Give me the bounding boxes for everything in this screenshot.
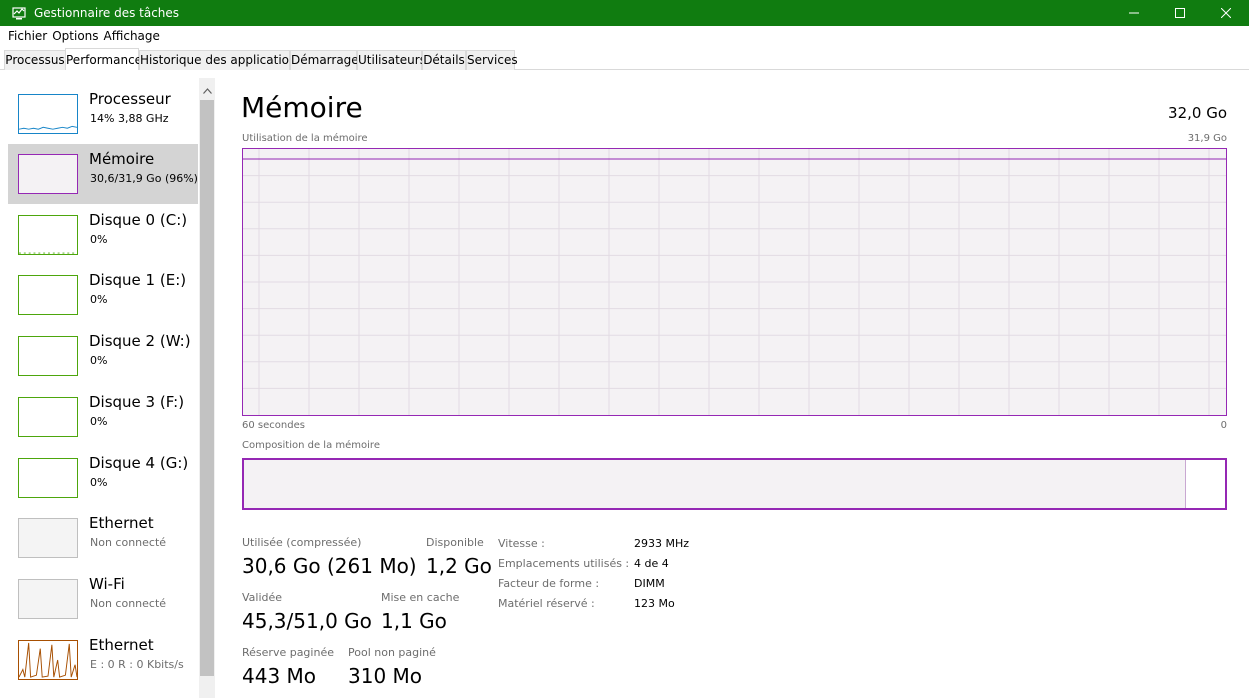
sidebar-item-subtitle: 0% [90,476,108,489]
sidebar-item-ethernet-2[interactable]: Ethernet E : 0 R : 0 Kbits/s [8,630,198,690]
used-value: 30,6 Go (261 Mo) [242,554,417,578]
graph-time-label: 60 secondes [242,420,305,431]
tab-processus[interactable]: Processus [4,50,66,70]
sidebar-item-disque-3[interactable]: Disque 3 (F:) 0% [8,387,198,447]
resource-sidebar: Processeur 14% 3,88 GHz Mémoire 30,6/31,… [0,78,215,698]
available-value: 1,2 Go [426,554,492,578]
sidebar-item-disque-0[interactable]: Disque 0 (C:) 0% [8,205,198,265]
sidebar-item-subtitle: Non connecté [90,597,167,610]
sidebar-item-title: Mémoire [89,150,155,168]
menu-bar: Fichier Options Affichage [0,26,1249,46]
minimize-button[interactable] [1111,0,1157,26]
sidebar-item-disque-2[interactable]: Disque 2 (W:) 0% [8,326,198,386]
graph-label: Utilisation de la mémoire [242,133,368,144]
sidebar-item-title: Disque 1 (E:) [89,271,187,289]
tab-bar: Processus Performance Historique des app… [0,48,1249,70]
sidebar-item-ethernet-1[interactable]: Ethernet Non connecté [8,508,198,568]
sidebar-item-disque-4[interactable]: Disque 4 (G:) 0% [8,448,198,508]
disk-thumbnail [18,336,78,376]
sidebar-item-title: Wi-Fi [89,575,125,593]
disk-thumbnail [18,215,78,255]
disk-thumbnail [18,275,78,315]
sidebar-item-memoire[interactable]: Mémoire 30,6/31,9 Go (96%) [8,144,198,204]
memory-thumbnail [18,154,78,194]
menu-affichage[interactable]: Affichage [104,29,160,43]
ethernet-thumbnail [18,518,78,558]
memory-total: 32,0 Go [1168,104,1227,122]
ethernet-thumbnail [18,640,78,680]
maximize-icon [1175,8,1185,18]
sidebar-item-subtitle: 0% [90,354,108,367]
form-factor-value: DIMM [634,577,665,590]
slots-label: Emplacements utilisés : [498,557,630,570]
speed-value: 2933 MHz [634,537,690,550]
title-bar: Gestionnaire des tâches [0,0,1249,26]
form-factor-label: Facteur de forme : [498,577,600,590]
nonpaged-pool-label: Pool non paginé [348,646,436,659]
task-manager-icon [12,5,28,21]
close-button[interactable] [1203,0,1249,26]
sidebar-item-title: Disque 3 (F:) [89,393,185,411]
sidebar-item-subtitle: 0% [90,293,108,306]
reserved-label: Matériel réservé : [498,597,595,610]
sidebar-item-subtitle: 14% 3,88 GHz [90,112,169,125]
memory-composition-bar [242,458,1227,510]
sidebar-item-title: Disque 2 (W:) [89,332,191,350]
menu-options[interactable]: Options [52,29,98,43]
sidebar-item-subtitle: 30,6/31,9 Go (96%) [90,172,198,185]
available-label: Disponible [426,536,484,549]
tab-performance[interactable]: Performance [65,48,142,70]
sidebar-item-processeur[interactable]: Processeur 14% 3,88 GHz [8,84,198,144]
sidebar-item-subtitle: Non connecté [90,536,167,549]
used-label: Utilisée (compressée) [242,536,362,549]
sidebar-item-title: Processeur [89,90,171,108]
close-icon [1221,8,1231,18]
committed-value: 45,3/51,0 Go [242,609,372,633]
sidebar-scrollbar[interactable] [199,78,215,698]
minimize-icon [1129,12,1139,14]
wifi-thumbnail [18,579,78,619]
tab-utilisateurs[interactable]: Utilisateurs [357,50,426,70]
graph-min-label: 0 [1220,420,1227,431]
sidebar-item-title: Disque 4 (G:) [89,454,189,472]
tab-details[interactable]: Détails [422,50,466,70]
tab-services[interactable]: Services [466,50,518,70]
composition-label: Composition de la mémoire [242,440,380,451]
nonpaged-pool-value: 310 Mo [348,664,423,688]
composition-used-segment [244,460,1186,508]
window-title: Gestionnaire des tâches [34,6,180,20]
reserved-value: 123 Mo [634,597,675,610]
sidebar-item-disque-1[interactable]: Disque 1 (E:) 0% [8,265,198,325]
disk-thumbnail [18,458,78,498]
sidebar-item-title: Ethernet [89,636,154,654]
cached-label: Mise en cache [381,591,460,604]
chevron-up-icon [202,88,212,94]
paged-pool-value: 443 Mo [242,664,317,688]
speed-label: Vitesse : [498,537,545,550]
slots-value: 4 de 4 [634,557,669,570]
cpu-thumbnail [18,94,78,134]
page-title: Mémoire [241,91,363,124]
tab-demarrage[interactable]: Démarrage [290,50,359,70]
sidebar-item-subtitle: 0% [90,233,108,246]
paged-pool-label: Réserve paginée [242,646,334,659]
cached-value: 1,1 Go [381,609,447,633]
sidebar-item-wifi[interactable]: Wi-Fi Non connecté [8,569,198,629]
sidebar-item-subtitle: E : 0 R : 0 Kbits/s [90,658,184,671]
scroll-up-button[interactable] [199,84,215,98]
memory-usage-graph [242,148,1227,416]
sidebar-item-title: Ethernet [89,514,154,532]
sidebar-item-subtitle: 0% [90,415,108,428]
tab-historique[interactable]: Historique des applications [139,50,303,70]
sidebar-item-title: Disque 0 (C:) [89,211,188,229]
scrollbar-thumb[interactable] [200,100,214,676]
maximize-button[interactable] [1157,0,1203,26]
committed-label: Validée [242,591,283,604]
menu-fichier[interactable]: Fichier [8,29,47,43]
disk-thumbnail [18,397,78,437]
graph-max-label: 31,9 Go [1187,133,1227,144]
